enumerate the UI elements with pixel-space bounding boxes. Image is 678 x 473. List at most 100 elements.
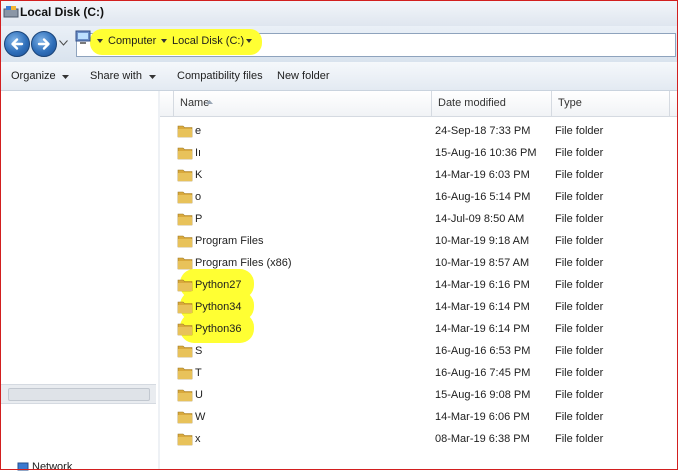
- file-type: File folder: [555, 125, 604, 137]
- file-name: Program Files (x86): [195, 257, 292, 269]
- title-bar: Local Disk (C:): [0, 0, 678, 26]
- folder-icon: [177, 213, 193, 226]
- file-type: File folder: [555, 433, 604, 445]
- file-list: e 24-Sep-18 7:33 PM File folder Iı 15-Aug-16…: [160, 121, 678, 451]
- file-type: File folder: [555, 235, 604, 247]
- column-header-type[interactable]: Type: [552, 91, 670, 116]
- folder-icon: [177, 147, 193, 160]
- file-date-modified: 16-Aug-16 7:45 PM: [435, 367, 531, 379]
- drive-icon: [3, 6, 19, 18]
- file-date-modified: 16-Aug-16 5:14 PM: [435, 191, 531, 203]
- network-icon: [17, 462, 29, 471]
- sort-ascending-icon: [206, 100, 213, 104]
- file-date-modified: 14-Mar-19 6:14 PM: [435, 323, 530, 335]
- recent-pages-dropdown[interactable]: [59, 40, 68, 46]
- file-type: File folder: [555, 345, 604, 357]
- column-header-date-modified[interactable]: Date modified: [432, 91, 552, 116]
- column-header-row: Name Date modified Type: [160, 91, 678, 117]
- file-name: W: [195, 411, 206, 423]
- folder-icon: [177, 323, 193, 336]
- share-with-button[interactable]: Share with: [90, 70, 142, 82]
- folder-icon: [177, 433, 193, 446]
- file-type: File folder: [555, 257, 604, 269]
- file-name: Python27: [195, 279, 242, 291]
- file-type: File folder: [555, 279, 604, 291]
- file-row[interactable]: U 15-Aug-16 9:08 PM File folder: [160, 385, 678, 407]
- breadcrumb-separator-icon[interactable]: [161, 39, 167, 45]
- file-type: File folder: [555, 301, 604, 313]
- file-row[interactable]: K 14-Mar-19 6:03 PM File folder: [160, 165, 678, 187]
- file-type: File folder: [555, 411, 604, 423]
- file-type: File folder: [555, 213, 604, 225]
- file-name: P: [195, 213, 203, 225]
- file-row[interactable]: P 14-Jul-09 8:50 AM File folder: [160, 209, 678, 231]
- folder-icon: [177, 169, 193, 182]
- nav-item-network[interactable]: Network: [32, 461, 72, 473]
- forward-button[interactable]: [31, 31, 57, 57]
- file-date-modified: 10-Mar-19 8:57 AM: [435, 257, 530, 269]
- file-row[interactable]: Program Files 10-Mar-19 9:18 AM File folde…: [160, 231, 678, 253]
- breadcrumb-local-disk[interactable]: Local Disk (C:): [172, 35, 244, 47]
- file-name: T: [195, 367, 202, 379]
- breadcrumb-computer[interactable]: Computer: [108, 35, 156, 47]
- scrollbar-thumb[interactable]: [8, 388, 150, 401]
- file-row[interactable]: T 16-Aug-16 7:45 PM File folder: [160, 363, 678, 385]
- arrow-right-icon: [37, 38, 50, 50]
- breadcrumb-dropdown-icon[interactable]: [246, 39, 252, 45]
- column-date-label: Date modified: [438, 97, 506, 109]
- file-type: File folder: [555, 323, 604, 335]
- file-row[interactable]: e 24-Sep-18 7:33 PM File folder: [160, 121, 678, 143]
- folder-icon: [177, 411, 193, 424]
- organize-button[interactable]: Organize: [11, 70, 56, 82]
- file-name: S: [195, 345, 203, 357]
- file-date-modified: 10-Mar-19 9:18 AM: [435, 235, 530, 247]
- arrow-left-icon: [11, 38, 24, 50]
- file-type: File folder: [555, 367, 604, 379]
- file-name: o: [195, 191, 202, 203]
- command-bar: Organize Share with Compatibility files …: [0, 62, 678, 91]
- file-date-modified: 24-Sep-18 7:33 PM: [435, 125, 531, 137]
- column-name-label: Name: [180, 97, 210, 109]
- file-row[interactable]: Python36 14-Mar-19 6:14 PM File folder: [160, 313, 678, 343]
- file-date-modified: 14-Jul-09 8:50 AM: [435, 213, 525, 225]
- file-row[interactable]: o 16-Aug-16 5:14 PM File folder: [160, 187, 678, 209]
- chevron-down-icon: [62, 75, 69, 79]
- file-date-modified: 15-Aug-16 9:08 PM: [435, 389, 531, 401]
- folder-icon: [177, 257, 193, 270]
- file-row[interactable]: Iı 15-Aug-16 10:36 PM File folder: [160, 143, 678, 165]
- breadcrumb-separator-icon[interactable]: [97, 39, 103, 45]
- file-name: x: [195, 433, 201, 445]
- folder-icon: [177, 125, 193, 138]
- file-date-modified: 14-Mar-19 6:16 PM: [435, 279, 530, 291]
- header-spacer: [160, 91, 174, 116]
- folder-icon: [177, 279, 193, 292]
- file-type: File folder: [555, 169, 604, 181]
- file-name: e: [195, 125, 202, 137]
- file-name: U: [195, 389, 203, 401]
- column-type-label: Type: [558, 97, 582, 109]
- computer-icon: [75, 30, 91, 44]
- navigation-horizontal-scrollbar[interactable]: [0, 384, 156, 404]
- compatibility-files-button[interactable]: Compatibility files: [177, 70, 263, 82]
- file-name: Program Files: [195, 235, 264, 247]
- file-row[interactable]: x 08-Mar-19 6:38 PM File folder: [160, 429, 678, 451]
- folder-icon: [177, 389, 193, 402]
- file-row[interactable]: S 16-Aug-16 6:53 PM File folder: [160, 341, 678, 363]
- folder-icon: [177, 191, 193, 204]
- file-date-modified: 15-Aug-16 10:36 PM: [435, 147, 537, 159]
- file-name: K: [195, 169, 203, 181]
- file-date-modified: 14-Mar-19 6:06 PM: [435, 411, 530, 423]
- folder-icon: [177, 345, 193, 358]
- file-date-modified: 14-Mar-19 6:03 PM: [435, 169, 530, 181]
- file-type: File folder: [555, 191, 604, 203]
- file-date-modified: 08-Mar-19 6:38 PM: [435, 433, 530, 445]
- navigation-pane[interactable]: [0, 91, 156, 470]
- file-type: File folder: [555, 389, 604, 401]
- file-date-modified: 14-Mar-19 6:14 PM: [435, 301, 530, 313]
- back-button[interactable]: [4, 31, 30, 57]
- window-title: Local Disk (C:): [20, 5, 105, 19]
- file-row[interactable]: W 14-Mar-19 6:06 PM File folder: [160, 407, 678, 429]
- file-date-modified: 16-Aug-16 6:53 PM: [435, 345, 531, 357]
- chevron-down-icon: [149, 75, 156, 79]
- new-folder-button[interactable]: New folder: [277, 70, 330, 82]
